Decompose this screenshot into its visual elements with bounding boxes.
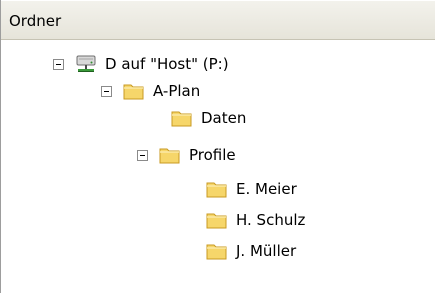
tree-item-label: Daten bbox=[201, 109, 247, 127]
collapse-toggle[interactable] bbox=[137, 149, 148, 161]
collapse-toggle[interactable] bbox=[53, 58, 64, 70]
tree-item-label: E. Meier bbox=[236, 180, 297, 198]
folder-icon bbox=[206, 244, 227, 260]
collapse-toggle[interactable] bbox=[101, 85, 112, 97]
pane-title: Ordner bbox=[9, 12, 62, 30]
pane-header: Ordner bbox=[1, 0, 435, 40]
tree-item-label: Profile bbox=[189, 146, 236, 164]
tree-item-label: J. Müller bbox=[236, 242, 297, 260]
folder-tree-pane: Ordner D auf "Host" (P:) A-Plan Daten Pr… bbox=[0, 0, 435, 293]
folder-icon bbox=[159, 148, 180, 164]
tree-item-network-drive[interactable]: D auf "Host" (P:) bbox=[53, 50, 230, 78]
tree-item-h-schulz[interactable]: H. Schulz bbox=[205, 206, 306, 234]
tree-item-j-mueller[interactable]: J. Müller bbox=[205, 237, 297, 265]
folder-icon bbox=[123, 84, 144, 100]
folder-icon bbox=[206, 182, 227, 198]
tree-item-label: A-Plan bbox=[153, 82, 201, 100]
folder-icon bbox=[206, 213, 227, 229]
network-drive-icon bbox=[76, 55, 96, 72]
tree-item-daten[interactable]: Daten bbox=[170, 104, 247, 132]
tree-item-label: H. Schulz bbox=[236, 211, 306, 229]
tree-item-e-meier[interactable]: E. Meier bbox=[205, 175, 298, 203]
tree-item-a-plan[interactable]: A-Plan bbox=[101, 77, 201, 105]
tree-item-label: D auf "Host" (P:) bbox=[105, 55, 229, 73]
folder-icon bbox=[171, 111, 192, 127]
tree-item-profile[interactable]: Profile bbox=[137, 141, 237, 169]
